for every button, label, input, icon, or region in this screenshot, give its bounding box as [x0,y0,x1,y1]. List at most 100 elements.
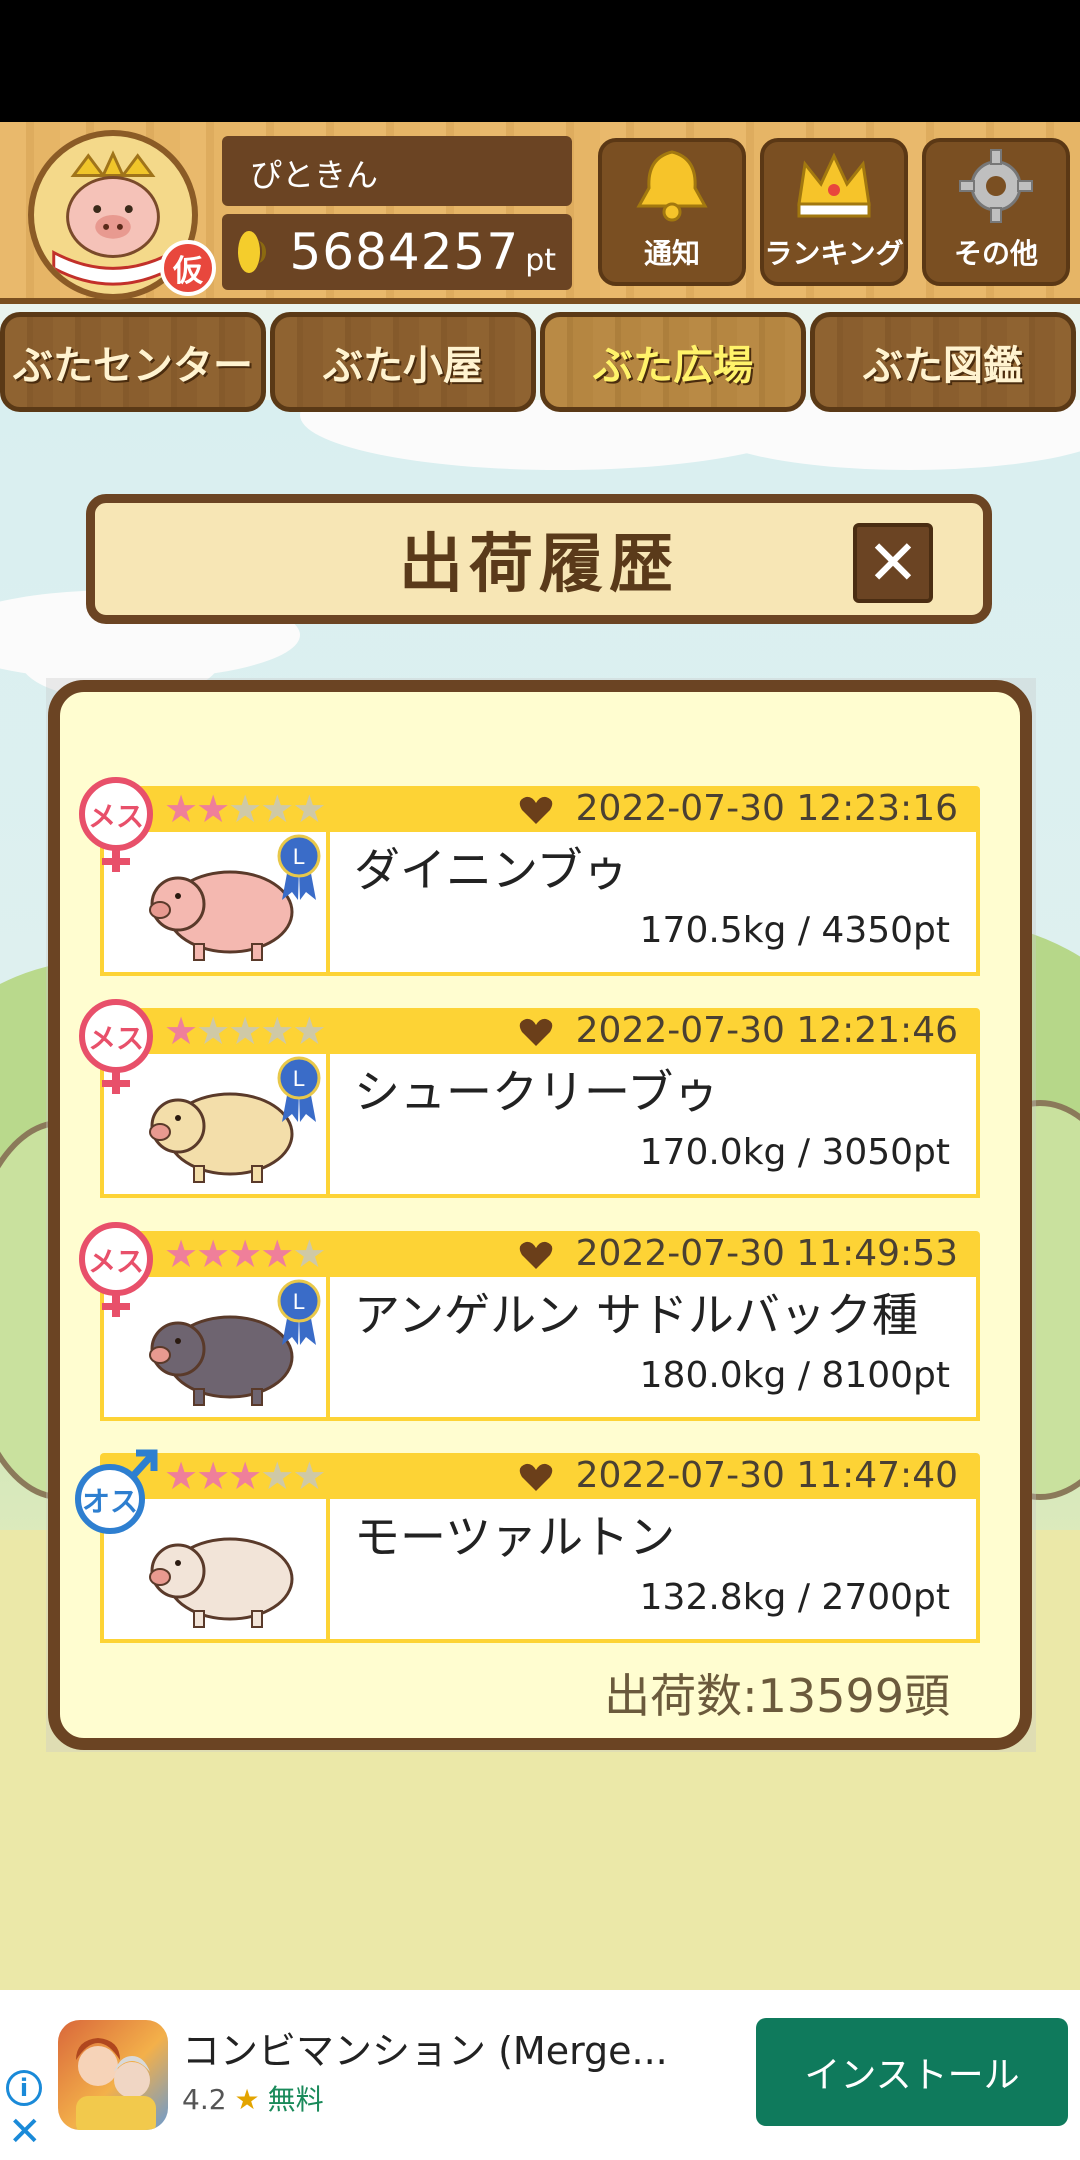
star-empty-icon: ★ [292,1009,326,1053]
star-filled-icon: ★ [228,1232,262,1276]
svg-text:オス: オス [82,1485,138,1518]
entry-header: ★★★★★ 2022-07-30 11:47:40 [100,1453,980,1499]
female-icon: メス [74,998,158,1098]
shipment-date: 2022-07-30 11:47:40 [575,1455,958,1496]
star-empty-icon: ★ [292,1232,326,1276]
entry-divider [326,832,330,976]
points-display: 5684257 pt [222,214,572,290]
legend-ribbon-icon: L [276,1054,322,1124]
ranking-label: ランキング [764,237,904,270]
provisional-badge: 仮 [160,240,216,296]
tab-buta-hut[interactable]: ぶた小屋 [270,312,536,412]
star-empty-icon: ★ [260,787,294,831]
star-filled-icon: ★ [164,1454,198,1498]
ad-title: コンビマンション (Merge... [182,2029,668,2073]
entry-divider [326,1277,330,1421]
ad-info-icon[interactable]: i [6,2070,42,2106]
star-empty-icon: ★ [260,1009,294,1053]
star-empty-icon: ★ [292,1454,326,1498]
legend-ribbon-icon: L [276,1277,322,1347]
star-empty-icon: ★ [260,1454,294,1498]
entry-divider [326,1499,330,1643]
shipment-entry[interactable]: ★★★★★ 2022-07-30 11:47:40 モーツァルトン 132.8k… [75,1449,980,1643]
others-button[interactable]: その他 [922,138,1070,286]
svg-text:メス: メス [88,1022,144,1055]
star-empty-icon: ★ [196,1009,230,1053]
star-filled-icon: ★ [164,1232,198,1276]
legend-ribbon-icon: L [276,832,322,902]
shipment-entry[interactable]: ★★★★★ 2022-07-30 11:49:53 L アンゲルン サドルバック… [79,1222,980,1421]
entry-header: ★★★★★ 2022-07-30 12:21:46 [100,1008,980,1054]
ad-app-icon[interactable] [58,2020,168,2130]
points-value: 5684257 [289,223,520,281]
pig-image [134,1505,314,1635]
svg-text:メス: メス [88,800,144,833]
total-shipments: 出荷数:13599頭 [604,1669,950,1723]
svg-text:メス: メス [88,1245,144,1278]
female-icon: メス [74,776,158,876]
shipment-date: 2022-07-30 11:49:53 [575,1233,958,1274]
star-filled-icon: ★ [196,1232,230,1276]
ad-price: 無料 [267,2083,324,2116]
svg-text:L: L [293,1066,305,1091]
others-label: その他 [953,237,1038,270]
crown-icon [789,146,879,226]
star-filled-icon: ★ [164,1009,198,1053]
gear-icon [951,146,1041,226]
star-empty-icon: ★ [228,787,262,831]
pig-name: ダイニンブゥ [354,843,629,897]
rarity-stars: ★★★★★ [164,787,326,831]
heart-icon [518,1459,554,1495]
rarity-stars: ★★★★★ [164,1009,326,1053]
bell-icon [627,146,717,226]
tab-buta-plaza[interactable]: ぶた広場 [540,312,806,412]
svg-text:L: L [293,844,305,869]
rarity-stars: ★★★★★ [164,1232,326,1276]
notification-button[interactable]: 通知 [598,138,746,286]
install-button[interactable]: インストール [756,2018,1068,2126]
shipment-date: 2022-07-30 12:21:46 [575,1010,958,1051]
star-filled-icon: ★ [228,1454,262,1498]
points-unit: pt [525,242,556,278]
rarity-stars: ★★★★★ [164,1454,326,1498]
pig-weight-points: 180.0kg / 8100pt [639,1355,950,1396]
ad-close-icon[interactable]: ✕ [8,2112,42,2152]
entry-body: モーツァルトン 132.8kg / 2700pt [100,1499,980,1643]
star-filled-icon: ★ [164,787,198,831]
ad-rating-value: 4.2 [182,2083,227,2116]
pig-weight-points: 170.0kg / 3050pt [639,1132,950,1173]
ad-banner[interactable]: i ✕ コンビマンション (Merge... 4.2 ★ 無料 インストール [0,1990,1080,2160]
header-bar: 仮 ぴときん 5684257 pt 通知 ランキング その他 [0,122,1080,304]
star-filled-icon: ★ [260,1232,294,1276]
star-filled-icon: ★ [196,1454,230,1498]
main-nav-tabs: ぶたセンター ぶた小屋 ぶた広場 ぶた図鑑 [0,312,1080,412]
shipment-entry[interactable]: ★★★★★ 2022-07-30 12:23:16 L ダイニンブゥ 170.5… [79,777,980,976]
ranking-button[interactable]: ランキング [760,138,908,286]
shipment-date: 2022-07-30 12:23:16 [575,788,958,829]
entry-body: L ダイニンブゥ 170.5kg / 4350pt [100,832,980,976]
shipment-entry[interactable]: ★★★★★ 2022-07-30 12:21:46 L シュークリーブゥ 170… [79,999,980,1198]
entry-body: L シュークリーブゥ 170.0kg / 3050pt [100,1054,980,1198]
pig-name: アンゲルン サドルバック種 [354,1288,918,1342]
entry-divider [326,1054,330,1198]
status-bar [0,0,1080,122]
entry-header: ★★★★★ 2022-07-30 12:23:16 [100,786,980,832]
heart-icon [518,1237,554,1273]
male-icon: オス [74,1443,158,1543]
heart-icon [518,1014,554,1050]
star-filled-icon: ★ [196,787,230,831]
pig-name: モーツァルトン [354,1510,676,1564]
tab-buta-encyclopedia[interactable]: ぶた図鑑 [810,312,1076,412]
close-button[interactable]: ✕ [853,523,933,603]
ad-rating: 4.2 ★ 無料 [182,2078,324,2118]
tab-buta-center[interactable]: ぶたセンター [0,312,266,412]
heart-icon [518,792,554,828]
pig-name: シュークリーブゥ [354,1065,720,1119]
svg-text:L: L [293,1289,305,1314]
dialog-title: 出荷履歴 [399,528,679,602]
female-icon: メス [74,1221,158,1321]
coin-icon [238,231,266,273]
star-icon: ★ [234,2083,260,2116]
star-empty-icon: ★ [228,1009,262,1053]
entry-header: ★★★★★ 2022-07-30 11:49:53 [100,1231,980,1277]
